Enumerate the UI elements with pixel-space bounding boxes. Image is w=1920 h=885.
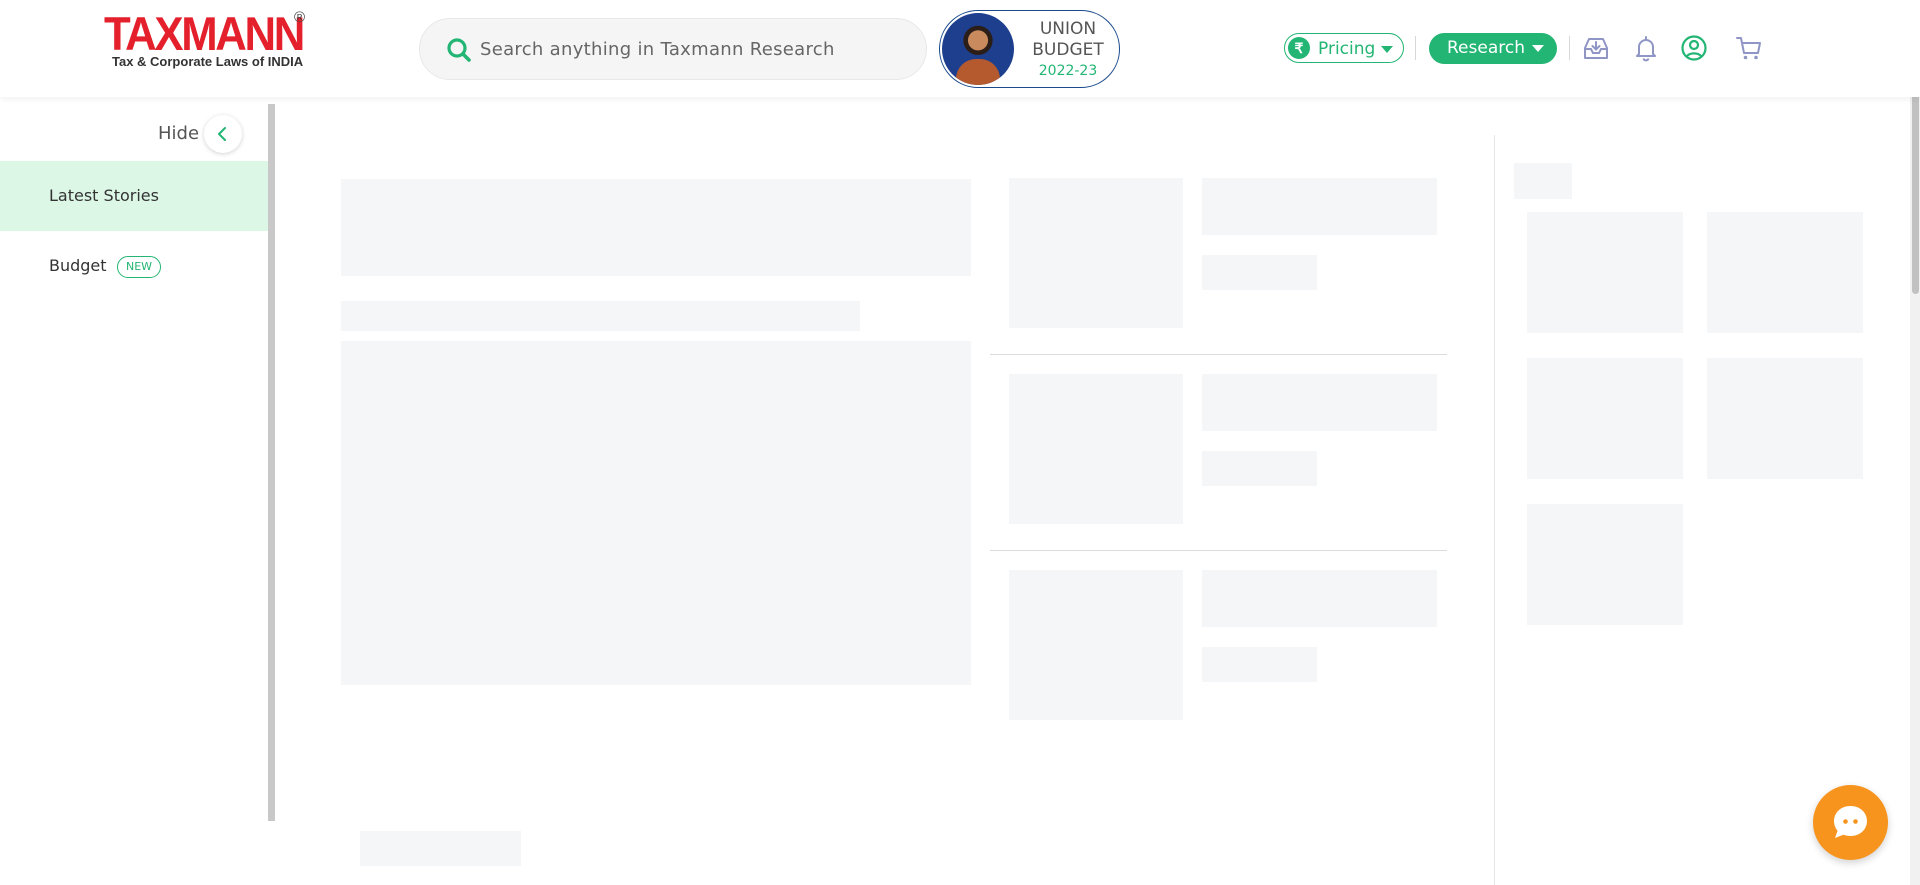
research-dropdown[interactable]: Research: [1429, 33, 1557, 64]
chevron-down-icon: [1532, 45, 1544, 52]
skeleton-story-meta: [1202, 451, 1317, 486]
search-input[interactable]: [480, 19, 910, 79]
skeleton-story-meta: [1202, 255, 1317, 290]
skeleton-story-title: [1202, 178, 1437, 235]
header-divider: [1415, 36, 1416, 60]
chevron-left-icon: [218, 127, 226, 141]
skeleton-story-meta: [1202, 647, 1317, 682]
sidebar-item-label: Latest Stories: [49, 186, 159, 205]
skeleton-tile: [1707, 358, 1863, 479]
sidebar-scrollbar[interactable]: [268, 104, 275, 821]
skeleton-story-thumb: [1009, 374, 1183, 524]
sidebar-item-label: Budget: [49, 256, 107, 275]
research-label: Research: [1447, 38, 1525, 58]
skeleton-story-title: [1202, 374, 1437, 431]
chat-bubble-icon: [1834, 806, 1867, 838]
pricing-dropdown[interactable]: ₹ Pricing: [1284, 33, 1404, 63]
skeleton-story-thumb: [1009, 178, 1183, 328]
header-divider: [1569, 36, 1570, 60]
top-header: TAXMANN ® Tax & Corporate Laws of INDIA …: [0, 0, 1920, 97]
skeleton-story-thumb: [1009, 570, 1183, 720]
sidebar-item-latest-stories[interactable]: Latest Stories: [0, 161, 268, 231]
page: TAXMANN ® Tax & Corporate Laws of INDIA …: [0, 0, 1920, 885]
budget-line-budget: BUDGET: [1032, 40, 1104, 60]
finance-minister-avatar: [942, 13, 1014, 85]
chevron-down-icon: [1381, 46, 1393, 53]
logo-tagline: Tax & Corporate Laws of INDIA: [112, 54, 304, 69]
chat-button[interactable]: [1813, 785, 1888, 860]
skeleton-tile: [1707, 212, 1863, 333]
story-divider: [990, 354, 1447, 355]
hide-sidebar-label[interactable]: Hide: [158, 123, 199, 144]
user-circle-icon[interactable]: [1680, 34, 1708, 62]
budget-line-year: 2022-23: [1038, 63, 1098, 79]
skeleton-featured-subtitle: [341, 301, 860, 331]
budget-line-union: UNION: [1039, 19, 1097, 39]
column-divider: [1494, 135, 1495, 885]
sidebar-item-budget[interactable]: Budget NEW: [0, 231, 268, 301]
skeleton-section-heading: [360, 831, 521, 866]
union-budget-banner[interactable]: UNION BUDGET 2022-23: [939, 10, 1120, 88]
skeleton-featured-title: [341, 179, 971, 276]
skeleton-section-heading: [1514, 163, 1572, 199]
registered-mark: ®: [294, 9, 306, 26]
cart-icon[interactable]: [1735, 34, 1763, 62]
bell-icon[interactable]: [1632, 34, 1660, 62]
rupee-icon: ₹: [1288, 37, 1310, 59]
sidebar: Hide Latest Stories Budget NEW: [0, 104, 268, 821]
hide-sidebar-button[interactable]: [204, 115, 242, 153]
pricing-label: Pricing: [1318, 39, 1376, 59]
skeleton-tile: [1527, 358, 1683, 479]
skeleton-featured-image: [341, 341, 971, 685]
taxmann-logo[interactable]: TAXMANN ® Tax & Corporate Laws of INDIA: [104, 10, 308, 72]
skeleton-tile: [1527, 212, 1683, 333]
skeleton-tile: [1527, 504, 1683, 625]
inbox-download-icon[interactable]: [1582, 34, 1610, 62]
new-badge: NEW: [117, 256, 162, 278]
logo-wordmark: TAXMANN: [104, 7, 305, 60]
skeleton-story-title: [1202, 570, 1437, 627]
story-divider: [990, 550, 1447, 551]
search-bar[interactable]: [419, 18, 927, 80]
search-icon[interactable]: [446, 37, 472, 63]
